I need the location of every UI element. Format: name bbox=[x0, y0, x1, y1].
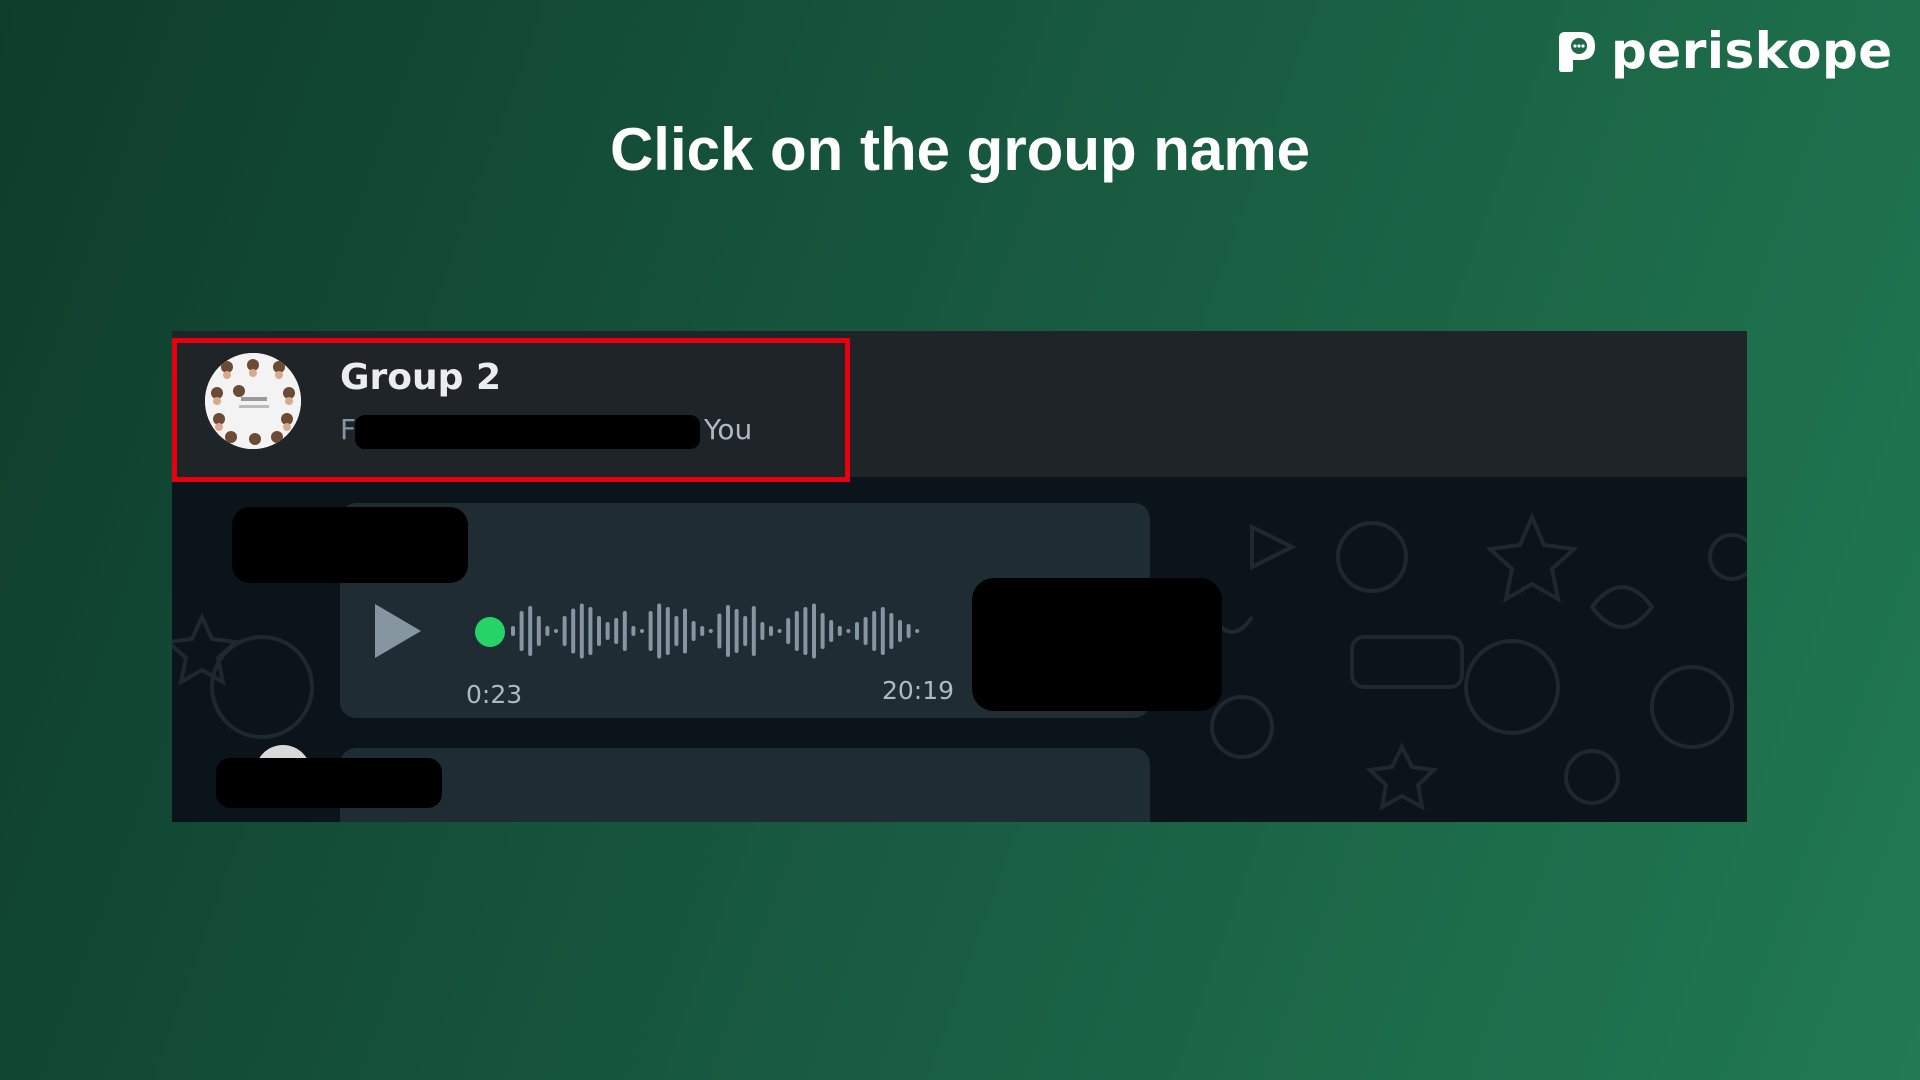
waveform-bar bbox=[528, 606, 533, 656]
redacted-next-sender bbox=[216, 758, 442, 808]
slide-title: Click on the group name bbox=[609, 116, 1311, 183]
waveform-bar bbox=[880, 607, 885, 655]
waveform-bar bbox=[640, 629, 644, 633]
waveform-bar bbox=[906, 624, 911, 638]
voice-waveform[interactable] bbox=[505, 600, 930, 662]
waveform-bar bbox=[743, 616, 748, 646]
waveform-bar bbox=[794, 611, 799, 651]
waveform-bar bbox=[855, 622, 859, 640]
waveform-bar bbox=[786, 618, 791, 644]
redacted-sender bbox=[232, 507, 468, 583]
waveform-bar bbox=[579, 603, 584, 659]
waveform-bar bbox=[708, 629, 713, 633]
waveform-bar bbox=[726, 605, 730, 657]
waveform-bar bbox=[837, 626, 842, 636]
waveform-bar bbox=[614, 618, 619, 644]
waveform-bar bbox=[545, 626, 550, 636]
waveform-bar bbox=[717, 613, 722, 649]
waveform-bar bbox=[734, 609, 739, 653]
waveform-bar bbox=[863, 617, 868, 645]
waveform-bar bbox=[657, 603, 662, 659]
waveform-bar bbox=[829, 620, 834, 642]
periskope-brand: periskope bbox=[1555, 26, 1893, 76]
waveform-bar bbox=[769, 626, 773, 636]
periskope-logo-icon bbox=[1559, 32, 1595, 72]
waveform-bar bbox=[554, 629, 558, 633]
waveform-bar bbox=[777, 629, 782, 633]
waveform-bar bbox=[700, 626, 705, 636]
waveform-bar bbox=[536, 616, 541, 646]
waveform-bar bbox=[872, 611, 877, 651]
waveform-bar bbox=[915, 629, 920, 633]
waveform-bar bbox=[889, 613, 894, 649]
waveform-bar bbox=[812, 603, 816, 659]
waveform-bar bbox=[605, 622, 610, 640]
next-message-bubble[interactable] bbox=[340, 748, 1150, 822]
waveform-bar bbox=[665, 607, 670, 655]
waveform-bar bbox=[683, 608, 687, 654]
play-icon[interactable] bbox=[375, 604, 421, 658]
waveform-bar bbox=[760, 622, 765, 640]
waveform-bar bbox=[898, 620, 902, 642]
redacted-profile-photo bbox=[972, 578, 1222, 711]
waveform-bar bbox=[562, 616, 567, 646]
waveform-bar bbox=[622, 611, 627, 651]
brand-name: periskope bbox=[1611, 22, 1893, 80]
waveform-bar bbox=[846, 629, 851, 633]
waveform-bar bbox=[803, 607, 808, 655]
voice-progress-dot[interactable] bbox=[475, 617, 505, 647]
waveform-bar bbox=[648, 611, 653, 651]
waveform-bar bbox=[820, 613, 825, 649]
waveform-bar bbox=[588, 607, 593, 655]
waveform-bar bbox=[691, 621, 696, 641]
waveform-bar bbox=[674, 616, 679, 646]
waveform-bar bbox=[511, 626, 515, 636]
group-name-highlight bbox=[172, 338, 850, 482]
waveform-bar bbox=[597, 616, 601, 646]
message-sent-time: 20:19 bbox=[882, 676, 955, 705]
waveform-bar bbox=[751, 606, 756, 656]
waveform-bar bbox=[571, 608, 576, 654]
waveform-bar bbox=[631, 626, 636, 636]
waveform-bar bbox=[519, 611, 524, 651]
voice-played-time: 0:23 bbox=[466, 680, 523, 709]
